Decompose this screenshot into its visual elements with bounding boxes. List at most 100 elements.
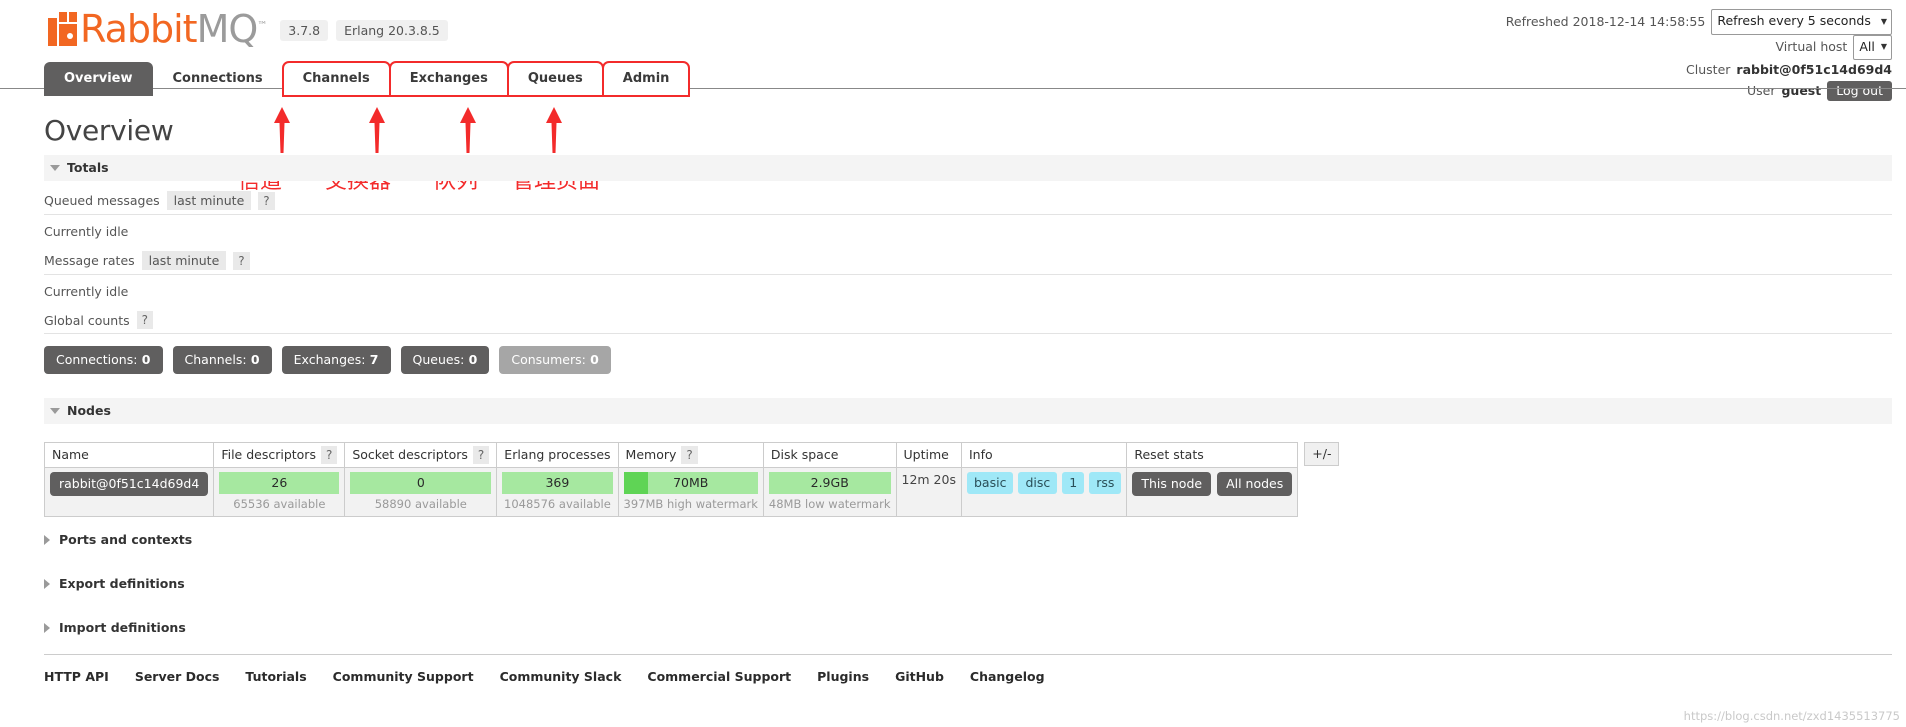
reset-stats-cell: This nodeAll nodes (1127, 468, 1298, 517)
count-badge-queues[interactable]: Queues: 0 (401, 346, 490, 374)
footer-link-server-docs[interactable]: Server Docs (135, 669, 220, 684)
user-row: User guest Log out (1506, 81, 1892, 102)
tab-exchanges[interactable]: Exchanges (390, 62, 508, 96)
info-cell: basicdisc1rss (961, 468, 1126, 517)
footer-link-community-slack[interactable]: Community Slack (500, 669, 622, 684)
footer-link-community-support[interactable]: Community Support (333, 669, 474, 684)
uptime-cell: 12m 20s (896, 468, 961, 517)
reset-stats-this-node-button[interactable]: This node (1132, 472, 1211, 496)
tab-connections[interactable]: Connections (153, 62, 283, 96)
column-header-reset-stats[interactable]: Reset stats (1127, 443, 1298, 468)
column-header-uptime[interactable]: Uptime (896, 443, 961, 468)
column-header-erlang-processes[interactable]: Erlang processes (497, 443, 618, 468)
rabbitmq-logo[interactable]: RabbitMQ™ (48, 10, 266, 48)
info-badge-1[interactable]: 1 (1062, 472, 1084, 494)
queued-messages-idle: Currently idle (44, 215, 1892, 241)
footer-links: HTTP API Server Docs Tutorials Community Su… (44, 654, 1892, 684)
main-content: Overview Totals Queued messages last min… (0, 100, 1906, 684)
help-icon[interactable]: ? (681, 446, 697, 464)
count-badge-channels[interactable]: Channels: 0 (173, 346, 272, 374)
count-label: Queues: (413, 352, 465, 367)
queued-messages-row: Queued messages last minute ? (44, 181, 1892, 215)
count-badge-exchanges[interactable]: Exchanges: 7 (282, 346, 391, 374)
columns-toggle-button[interactable]: +/- (1304, 442, 1339, 466)
footer-link-http-api[interactable]: HTTP API (44, 669, 109, 684)
help-icon[interactable]: ? (473, 446, 489, 464)
collapsible-ports-and-contexts[interactable]: Ports and contexts (44, 517, 1892, 561)
footer-link-commercial-support[interactable]: Commercial Support (647, 669, 791, 684)
info-badge-group: basicdisc1rss (967, 472, 1121, 494)
chevron-down-icon: ▼ (1881, 15, 1887, 28)
column-label: File descriptors (221, 447, 316, 462)
totals-section-label: Totals (67, 160, 109, 175)
erlang-processes-subtext: 1048576 available (502, 497, 612, 511)
help-icon[interactable]: ? (258, 192, 274, 210)
rabbitmq-management-page: RabbitMQ™ 3.7.8 Erlang 20.3.8.5 Refreshe… (0, 0, 1906, 727)
help-icon[interactable]: ? (137, 311, 153, 329)
column-label: Name (52, 447, 89, 462)
triangle-right-icon (44, 535, 50, 545)
message-rates-label: Message rates (44, 253, 135, 268)
info-badge-basic[interactable]: basic (967, 472, 1013, 494)
tab-channels[interactable]: Channels (283, 62, 390, 96)
column-header-name[interactable]: Name (45, 443, 214, 468)
triangle-down-icon (50, 408, 60, 414)
disk-space-meter: 2.9GB (769, 472, 891, 494)
footer-link-tutorials[interactable]: Tutorials (245, 669, 306, 684)
reset-stats-all-nodes-button[interactable]: All nodes (1217, 472, 1292, 496)
global-counts-row: Global counts ? (44, 301, 1892, 334)
tab-admin[interactable]: Admin (603, 62, 690, 96)
count-badge-connections[interactable]: Connections: 0 (44, 346, 163, 374)
vhost-select[interactable]: All ▼ (1853, 35, 1892, 61)
count-value: 7 (365, 352, 378, 367)
footer-link-plugins[interactable]: Plugins (817, 669, 869, 684)
refresh-row: Refreshed 2018-12-14 14:58:55 Refresh ev… (1506, 9, 1892, 35)
socket-descriptors-meter: 0 (350, 472, 491, 494)
collapsible-label: Import definitions (59, 620, 186, 635)
count-label: Consumers: (511, 352, 585, 367)
column-header-disk-space[interactable]: Disk space (763, 443, 896, 468)
column-label: Disk space (771, 447, 839, 462)
logo-rabbit-text: Rabbit (80, 7, 197, 51)
help-icon[interactable]: ? (321, 446, 337, 464)
node-name-cell: rabbit@0f51c14d69d4 (45, 468, 214, 517)
node-name-link[interactable]: rabbit@0f51c14d69d4 (50, 472, 208, 496)
help-icon[interactable]: ? (233, 252, 249, 270)
collapsible-export-definitions[interactable]: Export definitions (44, 561, 1892, 605)
erlang-processes-value: 369 (545, 475, 569, 490)
file-descriptors-value: 26 (271, 475, 287, 490)
memory: 70MB397MB high watermark (618, 468, 763, 517)
column-header-file-descriptors[interactable]: File descriptors? (214, 443, 345, 468)
file-descriptors-subtext: 65536 available (219, 497, 339, 511)
file-descriptors-meter: 26 (219, 472, 339, 494)
count-value: 0 (464, 352, 477, 367)
tab-overview[interactable]: Overview (44, 62, 153, 96)
refresh-interval-select[interactable]: Refresh every 5 seconds ▼ (1711, 9, 1892, 35)
message-rates-row: Message rates last minute ? (44, 241, 1892, 275)
triangle-right-icon (44, 579, 50, 589)
page-header: RabbitMQ™ 3.7.8 Erlang 20.3.8.5 Refreshe… (0, 0, 1906, 62)
column-header-socket-descriptors[interactable]: Socket descriptors? (345, 443, 497, 468)
collapsible-label: Ports and contexts (59, 532, 192, 547)
user-label: User (1747, 81, 1776, 102)
collapsible-import-definitions[interactable]: Import definitions (44, 605, 1892, 649)
user-value: guest (1781, 81, 1821, 102)
footer-link-github[interactable]: GitHub (895, 669, 944, 684)
message-rates-period-chip[interactable]: last minute (142, 251, 227, 270)
logo-wordmark: RabbitMQ™ (80, 10, 266, 48)
footer-link-changelog[interactable]: Changelog (970, 669, 1045, 684)
tab-queues[interactable]: Queues (508, 62, 603, 96)
chevron-down-icon: ▼ (1881, 40, 1887, 53)
nodes-section-header[interactable]: Nodes (44, 398, 1892, 424)
queued-messages-period-chip[interactable]: last minute (167, 191, 252, 210)
watermark-text: https://blog.csdn.net/zxd1435513775 (1684, 709, 1900, 723)
info-badge-disc[interactable]: disc (1018, 472, 1057, 494)
column-header-info[interactable]: Info (961, 443, 1126, 468)
column-label: Info (969, 447, 993, 462)
totals-section-header[interactable]: Totals (44, 155, 1892, 181)
info-badge-rss[interactable]: rss (1089, 472, 1121, 494)
socket-descriptors-subtext: 58890 available (350, 497, 491, 511)
logout-button[interactable]: Log out (1827, 81, 1892, 101)
refresh-interval-value: Refresh every 5 seconds (1717, 11, 1871, 32)
column-header-memory[interactable]: Memory? (618, 443, 763, 468)
